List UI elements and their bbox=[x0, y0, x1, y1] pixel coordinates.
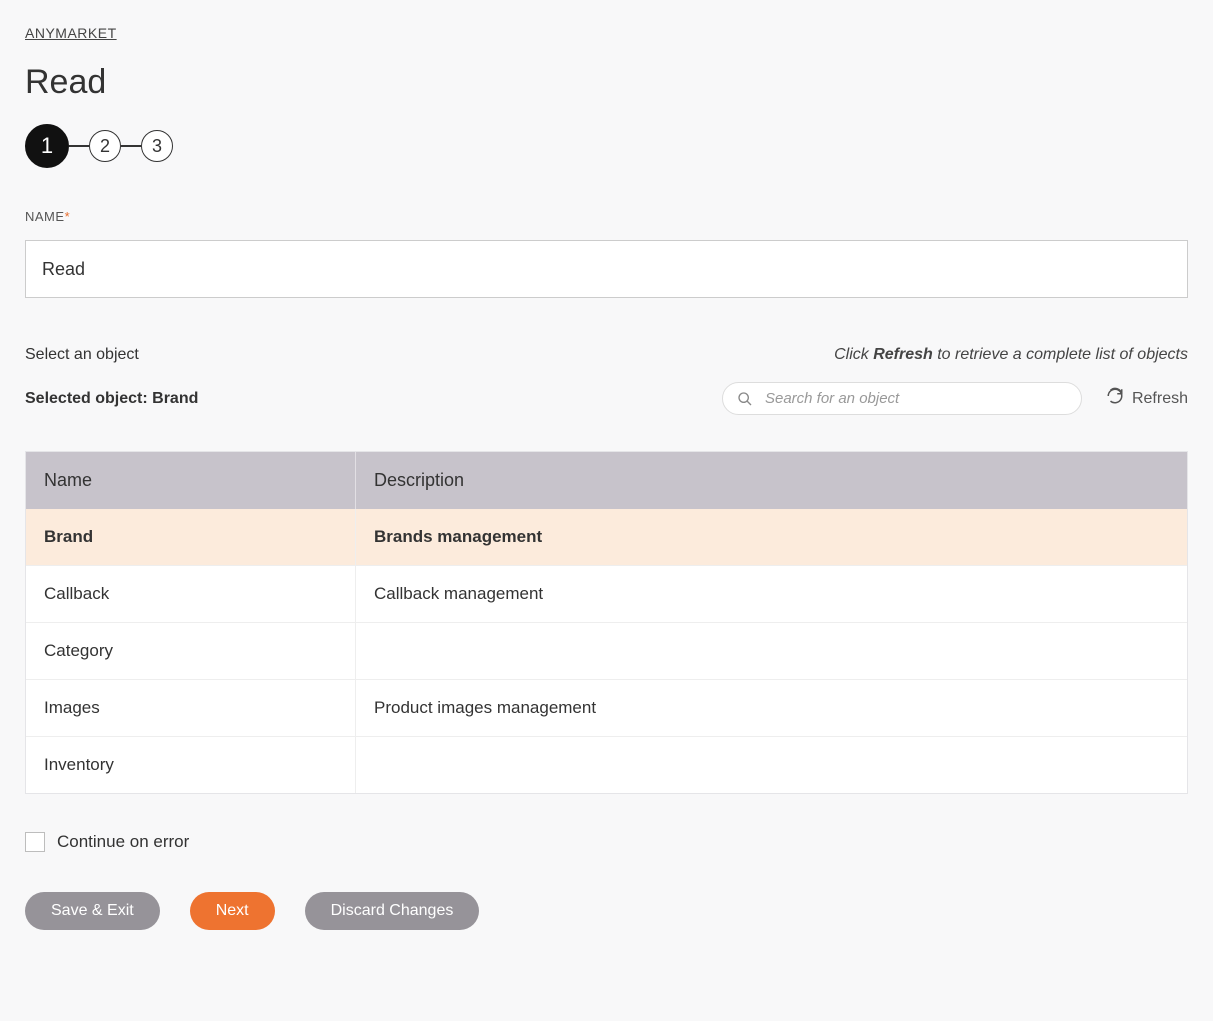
th-name: Name bbox=[26, 452, 356, 509]
name-field-label: NAME bbox=[25, 209, 65, 224]
continue-on-error-checkbox[interactable] bbox=[25, 832, 45, 852]
refresh-label: Refresh bbox=[1132, 390, 1188, 408]
refresh-hint-prefix: Click bbox=[834, 346, 873, 363]
table-row[interactable]: Inventory bbox=[26, 736, 1187, 793]
table-row[interactable]: Callback Callback management bbox=[26, 565, 1187, 622]
step-2[interactable]: 2 bbox=[89, 130, 121, 162]
refresh-hint: Click Refresh to retrieve a complete lis… bbox=[834, 346, 1188, 364]
refresh-button[interactable]: Refresh bbox=[1106, 387, 1188, 410]
search-field[interactable] bbox=[722, 382, 1082, 415]
page-title: Read bbox=[25, 63, 1188, 102]
cell-name: Category bbox=[26, 623, 356, 679]
discard-button[interactable]: Discard Changes bbox=[305, 892, 480, 930]
cell-name: Brand bbox=[26, 509, 356, 565]
cell-name: Callback bbox=[26, 566, 356, 622]
cell-description: Brands management bbox=[356, 509, 1187, 565]
step-1[interactable]: 1 bbox=[25, 124, 69, 168]
table-body[interactable]: Brand Brands management Callback Callbac… bbox=[26, 509, 1187, 793]
selected-object-label: Selected object: Brand bbox=[25, 390, 198, 408]
table-row[interactable]: Images Product images management bbox=[26, 679, 1187, 736]
cell-description bbox=[356, 623, 1187, 679]
next-button[interactable]: Next bbox=[190, 892, 275, 930]
continue-on-error-label: Continue on error bbox=[57, 832, 189, 852]
cell-name: Images bbox=[26, 680, 356, 736]
refresh-hint-bold: Refresh bbox=[873, 346, 933, 363]
search-icon bbox=[737, 391, 753, 407]
save-exit-button[interactable]: Save & Exit bbox=[25, 892, 160, 930]
table-row[interactable]: Brand Brands management bbox=[26, 509, 1187, 565]
stepper: 1 2 3 bbox=[25, 124, 1188, 168]
breadcrumb[interactable]: ANYMARKET bbox=[25, 25, 1188, 41]
step-connector bbox=[121, 145, 141, 147]
cell-name: Inventory bbox=[26, 737, 356, 793]
refresh-hint-suffix: to retrieve a complete list of objects bbox=[933, 346, 1188, 363]
required-indicator: * bbox=[65, 209, 71, 224]
search-input[interactable] bbox=[763, 389, 1067, 408]
refresh-icon bbox=[1106, 387, 1124, 410]
cell-description: Product images management bbox=[356, 680, 1187, 736]
cell-description: Callback management bbox=[356, 566, 1187, 622]
name-input[interactable] bbox=[25, 240, 1188, 298]
step-3[interactable]: 3 bbox=[141, 130, 173, 162]
select-object-label: Select an object bbox=[25, 346, 139, 364]
th-description: Description bbox=[356, 452, 1187, 509]
table-row[interactable]: Category bbox=[26, 622, 1187, 679]
step-connector bbox=[69, 145, 89, 147]
cell-description bbox=[356, 737, 1187, 793]
table-header: Name Description bbox=[26, 452, 1187, 509]
object-table: Name Description Brand Brands management… bbox=[25, 451, 1188, 794]
